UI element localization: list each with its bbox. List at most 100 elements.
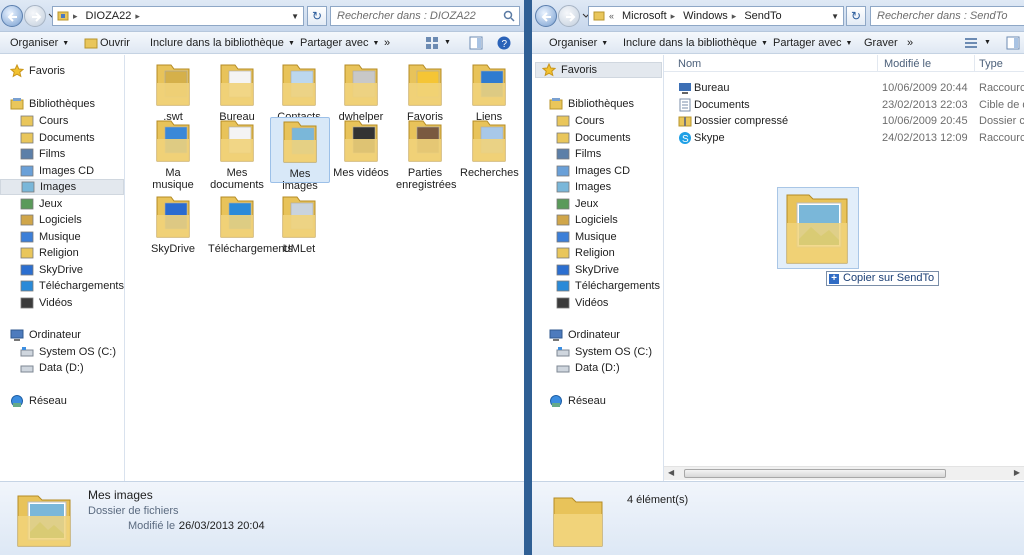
address-separator[interactable]: ▸ [671,11,676,22]
file-tile[interactable]: Parties enregistrées [396,117,457,191]
address-history-chevron-icon[interactable]: ▼ [291,12,299,21]
nav-favorites[interactable]: Favoris [535,62,662,78]
nav-library-item[interactable]: Images [556,179,611,195]
nav-library-item[interactable]: Cours [556,113,604,129]
file-tile[interactable]: Contacts [270,61,328,123]
horizontal-scrollbar[interactable]: ◀ ▶ [664,466,1024,480]
nav-library-item[interactable]: Vidéos [20,295,72,311]
file-tile[interactable]: dwhelper [332,61,390,123]
column-header-type[interactable]: Type [979,58,1003,70]
nav-library-item[interactable]: Téléchargements [556,278,660,294]
column-header-modified[interactable]: Modifié le [884,58,931,70]
nav-library-item[interactable]: Musique [556,229,617,245]
address-history-chevron-icon[interactable]: ▼ [831,12,839,21]
file-tile[interactable]: Bureau [208,61,266,123]
search-input[interactable]: Rechercher dans : DIOZA22 [330,6,520,26]
column-divider[interactable] [877,55,878,72]
nav-library-item[interactable]: Jeux [20,196,62,212]
table-row[interactable]: Documents 23/02/2013 22:03 Cible de dé [664,97,1024,113]
open-button[interactable]: Ouvrir [100,37,130,49]
view-options-icon[interactable] [425,36,439,50]
column-divider[interactable] [974,55,975,72]
table-row[interactable]: S Skype 24/02/2013 12:09 Raccourci [664,130,1024,146]
address-separator[interactable]: ▸ [135,11,140,22]
nav-computer[interactable]: Ordinateur [10,327,81,343]
file-tile[interactable]: SkyDrive [144,193,202,255]
nav-library-item[interactable]: Images CD [556,163,630,179]
organize-button[interactable]: Organiser ▼ [549,37,608,49]
address-separator[interactable]: ▸ [732,11,737,22]
forward-button[interactable] [24,5,46,27]
more-commands-button[interactable]: » [907,37,913,49]
nav-drive-c[interactable]: System OS (C:) [20,344,116,360]
nav-library-item[interactable]: Logiciels [20,212,82,228]
address-segment[interactable]: DIOZA22 [86,10,132,22]
share-button[interactable]: Partager avec ▼ [773,37,852,49]
nav-library-item[interactable]: Films [20,146,65,162]
nav-library-item[interactable]: Vidéos [556,295,608,311]
nav-library-item[interactable]: Religion [556,245,615,261]
include-library-button[interactable]: Inclure dans la bibliothèque ▼ [623,37,768,49]
nav-libraries[interactable]: Bibliothèques [549,96,634,112]
nav-library-item[interactable]: Documents [556,130,631,146]
nav-library-item[interactable]: Images CD [20,163,94,179]
file-tile[interactable]: .swt [144,61,202,123]
table-row[interactable]: Dossier compressé 10/06/2009 20:45 Dossier… [664,113,1024,129]
preview-pane-icon[interactable] [469,36,483,50]
file-tile[interactable]: Mes vidéos [332,117,390,179]
share-button[interactable]: Partager avec ▼ [300,37,379,49]
view-options-chevron-icon[interactable]: ▼ [444,39,451,46]
address-separator[interactable]: ▸ [73,11,78,22]
back-button[interactable] [1,5,23,27]
file-tile[interactable]: Ma musique [144,117,202,191]
organize-button[interactable]: Organiser ▼ [10,37,69,49]
nav-computer[interactable]: Ordinateur [549,327,620,343]
file-tile[interactable]: Mes documents [208,117,266,191]
nav-library-item[interactable]: Musique [20,229,81,245]
file-tile[interactable]: Mes images [270,117,330,192]
address-segment[interactable]: Microsoft [622,10,667,22]
view-options-chevron-icon[interactable]: ▼ [984,39,991,46]
details-view-icon[interactable] [964,36,978,50]
nav-library-item[interactable]: Jeux [556,196,598,212]
forward-button[interactable] [558,5,580,27]
burn-button[interactable]: Graver [864,37,898,49]
file-tile[interactable]: Liens [460,61,518,123]
nav-library-item[interactable]: Cours [20,113,68,129]
nav-favorites[interactable]: Favoris [10,63,65,79]
nav-library-item[interactable]: Religion [20,245,79,261]
nav-library-item[interactable]: Téléchargements [20,278,124,294]
column-header-name[interactable]: Nom [678,58,701,70]
scrollbar-thumb[interactable] [684,469,946,478]
nav-network[interactable]: Réseau [10,393,67,409]
include-library-button[interactable]: Inclure dans la bibliothèque ▼ [150,37,295,49]
nav-library-item[interactable]: Documents [20,130,95,146]
back-button[interactable] [535,5,557,27]
nav-drive-c[interactable]: System OS (C:) [556,344,652,360]
nav-libraries[interactable]: Bibliothèques [10,96,95,112]
nav-drive-d[interactable]: Data (D:) [20,360,84,376]
file-tile[interactable]: Recherches [460,117,519,179]
file-tile[interactable]: UMLet [270,193,328,255]
nav-network[interactable]: Réseau [549,393,606,409]
scroll-left-icon[interactable]: ◀ [668,468,674,477]
address-bar[interactable]: ▸ DIOZA22 ▸ ▼ [52,6,304,26]
address-overflow[interactable]: « [609,11,614,21]
help-icon[interactable]: ? [497,36,511,50]
refresh-button[interactable]: ↻ [846,6,866,26]
nav-library-item[interactable]: SkyDrive [20,262,83,278]
address-segment[interactable]: Windows [683,10,728,22]
nav-library-item[interactable]: Logiciels [556,212,618,228]
nav-library-item[interactable]: Films [556,146,601,162]
file-tile[interactable]: Téléchargements [208,193,293,255]
nav-library-item[interactable]: Images [0,179,124,195]
more-commands-button[interactable]: » [384,37,390,49]
preview-pane-icon[interactable] [1006,36,1020,50]
file-tile[interactable]: Favoris [396,61,454,123]
table-row[interactable]: Bureau 10/06/2009 20:44 Raccourci B [664,80,1024,96]
nav-library-item[interactable]: SkyDrive [556,262,619,278]
search-input[interactable]: Rechercher dans : SendTo [870,6,1024,26]
refresh-button[interactable]: ↻ [307,6,327,26]
nav-drive-d[interactable]: Data (D:) [556,360,620,376]
address-segment[interactable]: SendTo [744,10,781,22]
